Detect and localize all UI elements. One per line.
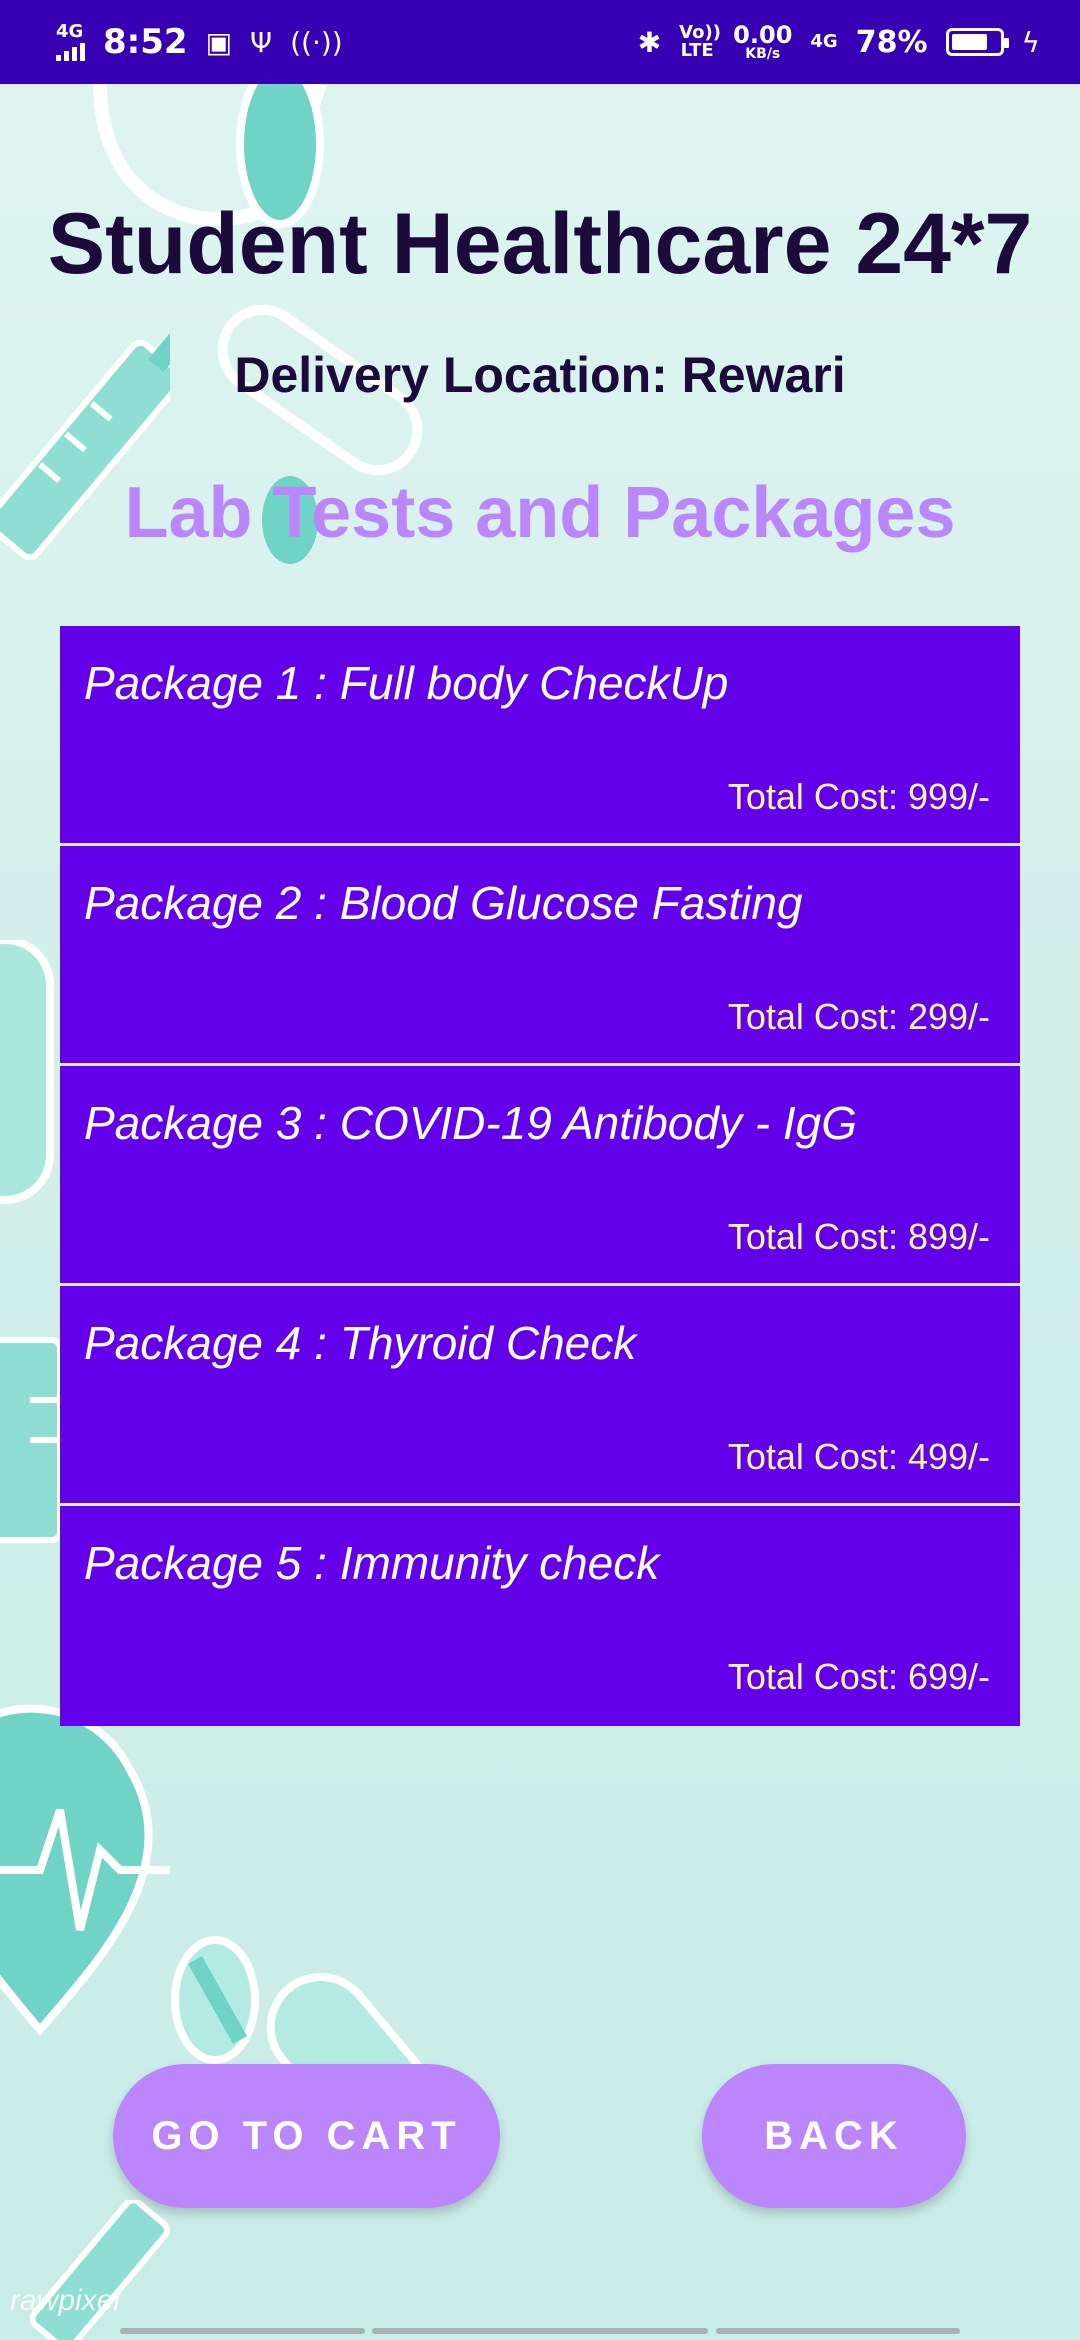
network-type-right: 4G [810, 31, 838, 52]
package-item-3[interactable]: Package 3 : COVID-19 Antibody - IgG Tota… [60, 1066, 1020, 1286]
syringe-decoration-bottom [30, 2200, 190, 2340]
battery-fill [951, 34, 988, 50]
usb-debug-icon: ▣ [205, 25, 233, 59]
bluetooth-icon: ✱ [637, 25, 662, 59]
package-item-1[interactable]: Package 1 : Full body CheckUp Total Cost… [60, 626, 1020, 846]
status-bar-left: 4G 8:52 ▣ Ψ ((·)) [56, 22, 343, 62]
watermark: rawpixel [10, 2284, 121, 2317]
network-speed-value: 0.00 [733, 21, 793, 49]
nav-hint-bar-2 [372, 2328, 708, 2334]
section-title: Lab Tests and Packages [124, 473, 956, 553]
status-bar: 4G 8:52 ▣ Ψ ((·)) ✱ Vo)) LTE 0.00 KB/s 4… [0, 0, 1080, 84]
package-name: Package 3 : COVID-19 Antibody - IgG [84, 1097, 857, 1149]
battery-icon [945, 28, 1009, 56]
back-button[interactable]: BACK [702, 2064, 966, 2208]
package-cost: Total Cost: 899/- [727, 1216, 990, 1257]
package-item-5[interactable]: Package 5 : Immunity check Total Cost: 6… [60, 1506, 1020, 1726]
usb-icon: Ψ [250, 25, 273, 59]
package-item-2[interactable]: Package 2 : Blood Glucose Fasting Total … [60, 846, 1020, 1066]
app-title: Student Healthcare 24*7 [47, 196, 1033, 292]
package-name: Package 4 : Thyroid Check [84, 1317, 637, 1369]
network-speed: 0.00 KB/s [733, 23, 792, 61]
package-cost: Total Cost: 699/- [727, 1656, 990, 1697]
heart-decoration [0, 1700, 190, 2040]
package-cost: Total Cost: 999/- [727, 776, 990, 817]
syringe-decoration [0, 290, 170, 610]
battery-percent: 78% [855, 24, 928, 60]
status-bar-right: ✱ Vo)) LTE 0.00 KB/s 4G 78% ϟ [638, 23, 1040, 61]
package-name: Package 2 : Blood Glucose Fasting [84, 877, 803, 929]
package-list: Package 1 : Full body CheckUp Total Cost… [60, 626, 1020, 1726]
package-cost: Total Cost: 299/- [727, 996, 990, 1037]
nav-hint-bar-3 [716, 2328, 960, 2334]
package-name: Package 1 : Full body CheckUp [84, 657, 729, 709]
hotspot-icon: ((·)) [290, 25, 343, 59]
package-item-4[interactable]: Package 4 : Thyroid Check Total Cost: 49… [60, 1286, 1020, 1506]
package-name: Package 5 : Immunity check [84, 1537, 660, 1589]
package-cost: Total Cost: 499/- [727, 1436, 990, 1477]
delivery-location: Delivery Location: Rewari [234, 347, 846, 403]
network-speed-unit: KB/s [745, 46, 781, 62]
go-to-cart-button[interactable]: GO TO CART [113, 2064, 500, 2208]
signal-strength-icon: 4G [56, 23, 85, 61]
charging-icon: ϟ [1021, 25, 1040, 59]
network-type-left: 4G [56, 21, 84, 42]
pill-decoration-left [0, 940, 60, 1220]
volte-indicator: Vo)) LTE [679, 22, 721, 61]
nav-hint-bar-1 [120, 2328, 365, 2334]
clock: 8:52 [103, 22, 188, 62]
